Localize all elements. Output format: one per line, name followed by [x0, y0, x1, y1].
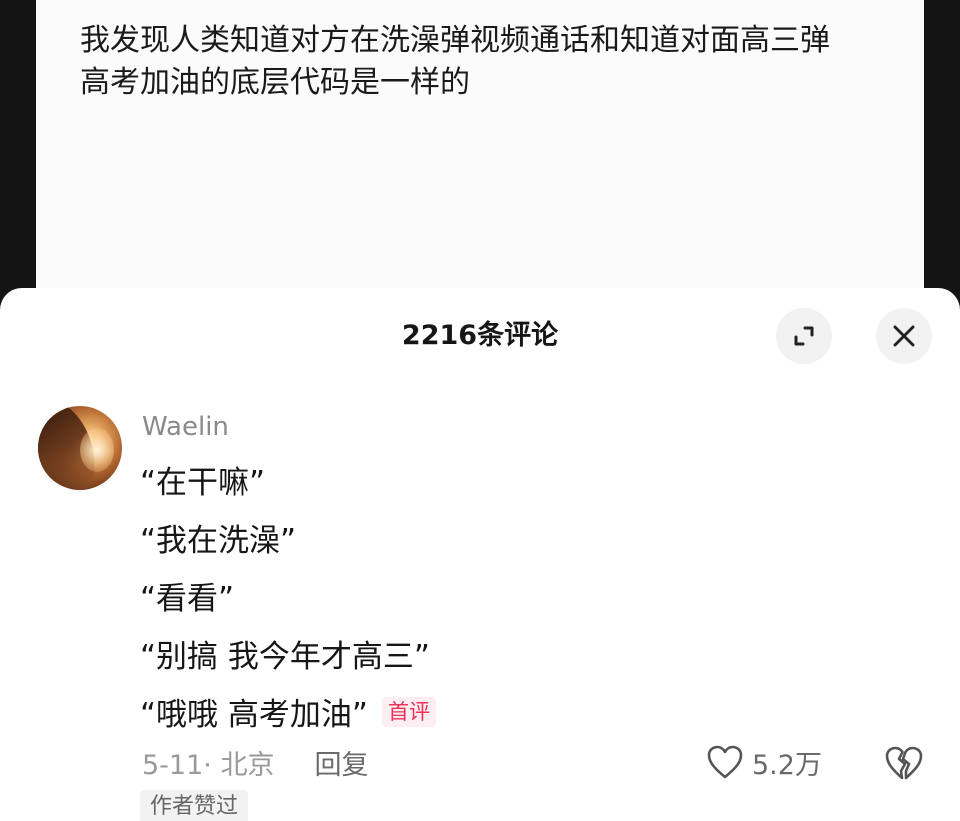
comment-line-2: “我在洗澡” [140, 523, 297, 559]
comment-body: “在干嘛” “我在洗澡” “看看” “别搞 我今年才高三” “哦哦 高考加油” 首… [140, 454, 900, 744]
dislike-button[interactable] [884, 744, 924, 782]
video-area[interactable]: 我发现人类知道对方在洗澡弹视频通话和知道对面高三弹 高考加油的底层代码是一样的 [36, 0, 924, 300]
comment-line-3: “看看” [140, 581, 235, 617]
comment-username[interactable]: Waelin [142, 410, 229, 444]
close-icon [893, 325, 915, 347]
comment-date-location: 5-11· 北京 [142, 749, 275, 781]
heart-icon [707, 745, 743, 779]
broken-heart-icon [885, 746, 923, 780]
screen: 我发现人类知道对方在洗澡弹视频通话和知道对面高三弹 高考加油的底层代码是一样的 … [0, 0, 960, 821]
video-caption-line-1: 我发现人类知道对方在洗澡弹视频通话和知道对面高三弹 [80, 23, 830, 58]
close-button[interactable] [876, 308, 932, 364]
avatar[interactable] [38, 406, 122, 490]
comment-line-1: “在干嘛” [140, 465, 266, 501]
video-caption: 我发现人类知道对方在洗澡弹视频通话和知道对面高三弹 高考加油的底层代码是一样的 [80, 20, 880, 104]
first-comment-badge: 首评 [381, 697, 436, 727]
avatar-light-shape [80, 428, 114, 472]
comment-meta: 5-11· 北京 回复 [142, 743, 368, 782]
comments-sheet: 2216条评论 Waelin “在干嘛” “我在洗澡” “看看” “别搞 我今年… [0, 288, 960, 821]
like-button[interactable]: 5.2万 [706, 742, 822, 782]
expand-icon [794, 326, 814, 346]
comment-line-5: “哦哦 高考加油” 首评 [140, 686, 900, 744]
comment-line-4: “别搞 我今年才高三” [140, 639, 430, 675]
comment-line-5-text: “哦哦 高考加油” [140, 697, 368, 733]
like-count: 5.2万 [752, 749, 822, 781]
reply-button[interactable]: 回复 [314, 743, 368, 782]
expand-button[interactable] [776, 308, 832, 364]
video-caption-line-2: 高考加油的底层代码是一样的 [80, 65, 470, 100]
author-liked-tag: 作者赞过 [140, 790, 249, 821]
